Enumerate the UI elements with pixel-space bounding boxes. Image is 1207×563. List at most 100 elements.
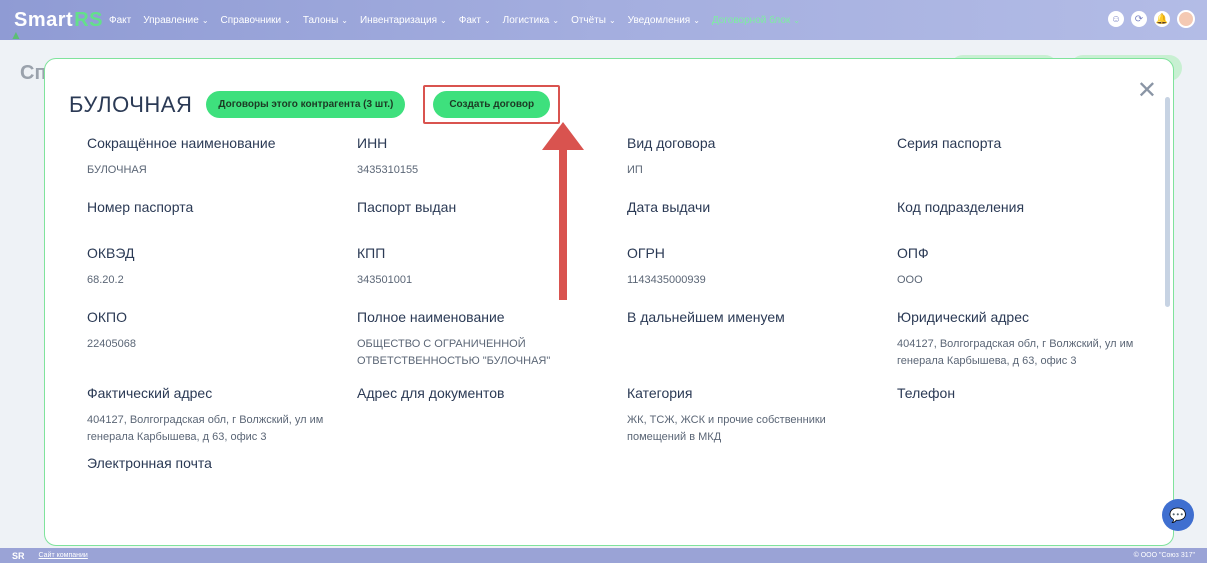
company-site-link[interactable]: Сайт компании [39,552,88,559]
nav-item[interactable]: Управление ⌄ [143,15,208,26]
copyright: © ООО "Союз 317" [1133,552,1195,559]
create-contract-button[interactable]: Создать договор [433,91,551,118]
counterparty-modal: БУЛОЧНАЯ Договоры этого контрагента (3 ш… [44,58,1174,546]
field: Категория ЖК, ТСЖ, ЖСК и прочие собственн… [627,385,887,446]
field: Телефон [897,385,1157,412]
nav-item-label: Факт [109,14,132,26]
field-label: Код подразделения [897,199,1025,215]
field: Фактический адрес 404127, Волгоградская о… [87,385,347,446]
field-label: Категория [627,385,693,401]
nav-item-label: Факт [458,14,481,26]
chevron-down-icon: ⌄ [341,15,348,25]
background-page-title: Сп [20,62,47,84]
top-navigation-bar: Smart RS Факт Управление ⌄ Справочники ⌄ Тало… [0,0,1207,40]
field-value: 68.20.2 [87,274,124,286]
footer: SR Сайт компании © ООО "Союз 317" [0,548,1207,563]
field: Дата выдачи [627,199,887,226]
field-value: 404127, Волгоградская обл, г Волжский, у… [897,338,1134,367]
field-value: ООО [897,274,923,286]
field: ОГРН 1143435000939 [627,245,887,289]
modal-header: БУЛОЧНАЯ Договоры этого контрагента (3 ш… [69,85,561,124]
chevron-down-icon: ⌄ [793,15,800,25]
field: Сокращённое наименование БУЛОЧНАЯ [87,135,347,179]
nav-item[interactable]: Факт ⌄ [459,15,491,26]
field: Адрес для документов [357,385,617,412]
field-label: ОКВЭД [87,245,135,261]
field-label: Серия паспорта [897,135,1002,151]
field-label: ОПФ [897,245,929,261]
field-value: БУЛОЧНАЯ [87,164,147,176]
nav-item-label: Управление [143,14,199,26]
main-nav: Факт Управление ⌄ Справочники ⌄ Талоны ⌄ Инвент… [109,15,800,26]
field-label: ОКПО [87,309,127,325]
chevron-down-icon: ⌄ [201,15,209,25]
nav-item[interactable]: Инвентаризация ⌄ [360,15,447,26]
nav-item-label: Талоны [302,14,339,26]
field-label: Дата выдачи [627,199,711,215]
nav-item-label: Справочники [220,14,282,26]
field-value: ЖК, ТСЖ, ЖСК и прочие собственники помещ… [627,414,826,443]
close-icon[interactable]: ✕ [1137,79,1157,103]
modal-title: БУЛОЧНАЯ [69,91,193,117]
field-value: 404127, Волгоградская обл, г Волжский, у… [87,414,324,443]
chevron-down-icon: ⌄ [483,15,491,25]
field-label: Номер паспорта [87,199,194,215]
nav-item[interactable]: Справочники ⌄ [221,15,291,26]
field: Юридический адрес 404127, Волгоградская о… [897,309,1157,370]
field-label: Фактический адрес [87,385,213,401]
chevron-down-icon: ⌄ [608,15,616,25]
chevron-down-icon: ⌄ [552,15,560,25]
chat-icon[interactable]: 💬 [1162,499,1194,531]
field-value: ИП [627,164,643,176]
field-label: В дальнейшем именуем [627,309,785,325]
nav-item-label: Уведомления [627,14,691,26]
nav-item[interactable]: Талоны ⌄ [303,15,348,26]
field: ОКПО 22405068 [87,309,347,353]
avatar[interactable] [1177,10,1195,28]
field-label: Юридический адрес [897,309,1030,325]
nav-item[interactable]: Отчёты ⌄ [571,15,616,26]
field: Код подразделения [897,199,1157,226]
top-right-icons: ☺ ⟳ 🔔 [1108,10,1195,28]
field-label: Полное наименование [357,309,505,325]
field-label: ОГРН [627,245,665,261]
nav-item[interactable]: Договорной блок ⌄ [712,15,800,26]
field: Вид договора ИП [627,135,887,179]
logo-text: Smart [14,8,74,31]
nav-item[interactable]: Факт [109,15,131,26]
field: Номер паспорта [87,199,347,226]
field-label: Вид договора [627,135,716,151]
field: В дальнейшем именуем [627,309,887,336]
field: ОПФ ООО [897,245,1157,289]
annotation-arrow [542,122,584,300]
scrollbar[interactable] [1165,97,1170,307]
field-value: ОБЩЕСТВО С ОГРАНИЧЕННОЙ ОТВЕТСТВЕННОСТЬЮ… [357,338,551,367]
field-value: 1143435000939 [627,274,706,286]
field-label: Адрес для документов [357,385,505,401]
nav-item-label: Инвентаризация [359,14,438,26]
footer-brand: SR [12,550,25,561]
field: Полное наименование ОБЩЕСТВО С ОГРАНИЧЕНН… [357,309,617,370]
nav-item-label: Отчёты [571,14,606,26]
chevron-down-icon: ⌄ [693,15,700,25]
field: Серия паспорта [897,135,1157,162]
field-label: Телефон [897,385,956,401]
nav-item[interactable]: Уведомления ⌄ [628,15,700,26]
logo-accent: RS [74,8,103,31]
field-label: Сокращённое наименование [87,135,276,151]
bell-icon[interactable]: 🔔 [1154,11,1170,27]
nav-item-label: Договорной блок [711,14,791,26]
field: Электронная почта [87,455,347,482]
nav-item[interactable]: Логистика ⌄ [503,15,559,26]
create-button-highlight: Создать договор [423,85,561,124]
support-icon[interactable]: ☺ [1108,11,1124,27]
app-logo[interactable]: Smart RS [14,9,103,32]
chevron-down-icon: ⌄ [440,15,447,25]
contracts-button[interactable]: Договоры этого контрагента (3 шт.) [206,91,406,118]
refresh-icon[interactable]: ⟳ [1131,11,1147,27]
nav-item-label: Логистика [502,14,550,26]
field-label: Электронная почта [87,455,212,471]
field-value: 22405068 [87,338,136,350]
chevron-down-icon: ⌄ [284,15,291,25]
field: ОКВЭД 68.20.2 [87,245,347,289]
